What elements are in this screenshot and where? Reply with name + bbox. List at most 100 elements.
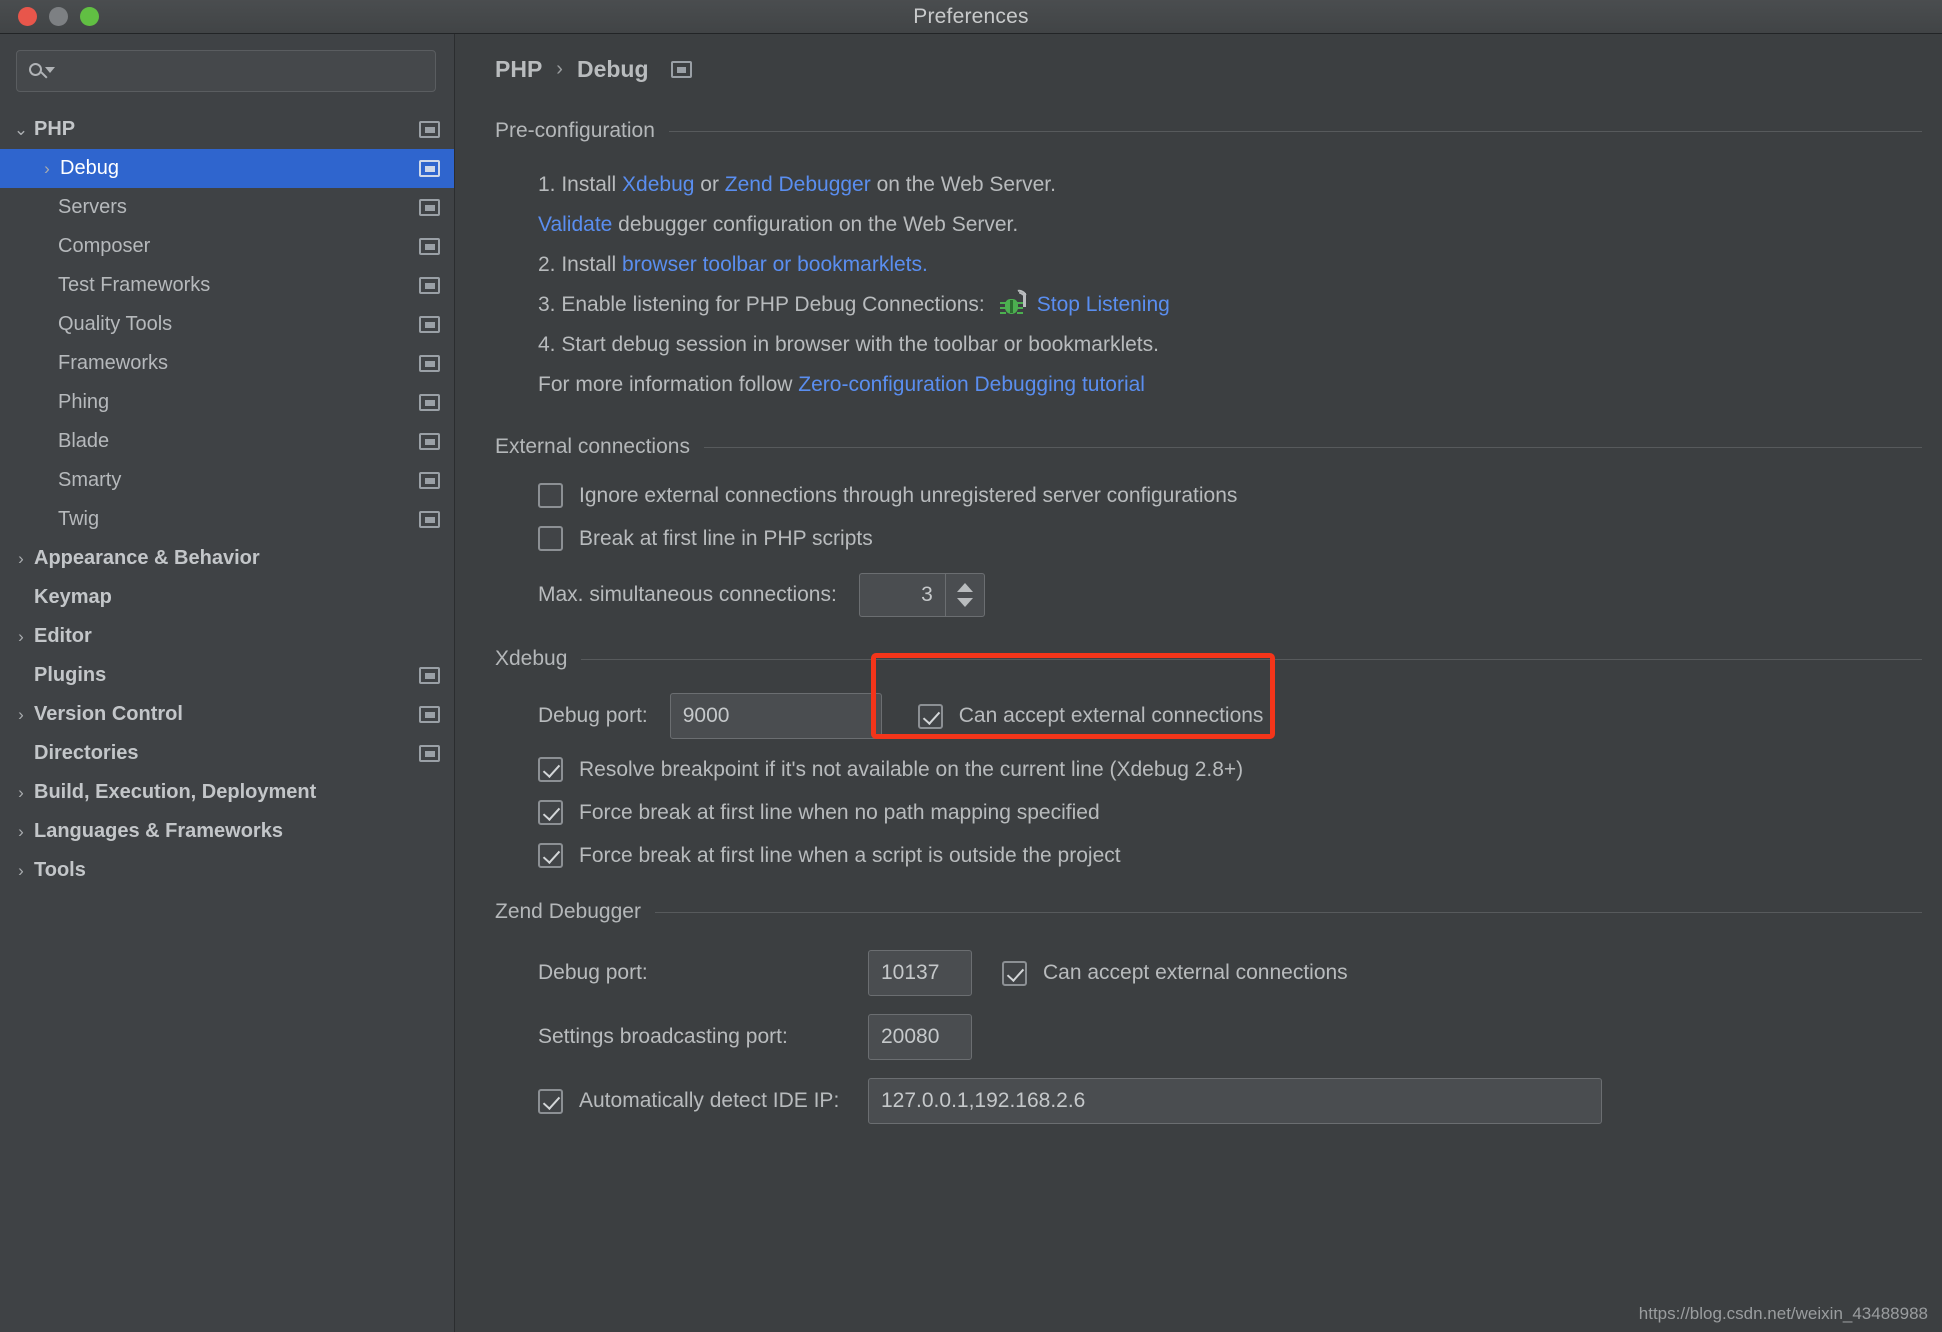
zend-can-accept-checkbox[interactable] (1002, 960, 1027, 986)
chevron-right-icon[interactable]: › (8, 784, 34, 801)
project-scope-icon (419, 238, 440, 255)
break-first-line-label: Break at first line in PHP scripts (579, 526, 873, 550)
external-connections-section-header: External connections (495, 435, 1942, 459)
settings-sidebar: ⌄ PHP › Debug Servers Composer Test Frameworks… (0, 34, 455, 1332)
sidebar-item-label: Plugins (34, 664, 107, 686)
xdebug-force-nopath-label: Force break at first line when no path m… (579, 800, 1100, 824)
section-divider (654, 911, 1922, 913)
sidebar-item-plugins[interactable]: Plugins (0, 656, 454, 695)
section-divider (668, 130, 1922, 132)
xdebug-force-outside-row[interactable]: Force break at first line when a script … (538, 843, 1942, 868)
sidebar-item-composer[interactable]: Composer (0, 227, 454, 266)
sidebar-item-label: Frameworks (58, 352, 169, 374)
sidebar-item-appearance-behavior[interactable]: › Appearance & Behavior (0, 539, 454, 578)
stepper-up-icon[interactable] (956, 583, 973, 592)
sidebar-item-label: Version Control (34, 703, 183, 725)
sidebar-item-label: Appearance & Behavior (34, 547, 260, 569)
sidebar-item-languages-frameworks[interactable]: › Languages & Frameworks (0, 812, 454, 851)
xdebug-force-nopath-checkbox[interactable] (538, 800, 563, 825)
sidebar-item-label: Languages & Frameworks (34, 820, 283, 842)
section-divider (581, 658, 1922, 660)
ignore-external-connections-checkbox[interactable] (538, 483, 563, 508)
break-first-line-row[interactable]: Break at first line in PHP scripts (538, 526, 1942, 551)
sidebar-item-keymap[interactable]: Keymap (0, 578, 454, 617)
chevron-right-icon[interactable]: › (8, 628, 34, 645)
max-connections-value[interactable]: 3 (858, 573, 945, 617)
project-scope-icon (419, 121, 440, 138)
max-connections-stepper-buttons[interactable] (944, 573, 985, 617)
step1-mid: or (694, 173, 725, 196)
xdebug-force-nopath-row[interactable]: Force break at first line when no path m… (538, 800, 1942, 825)
xdebug-title: Xdebug (495, 647, 568, 670)
chevron-right-icon[interactable]: › (8, 823, 34, 840)
project-scope-icon (419, 199, 440, 216)
sidebar-item-php[interactable]: ⌄ PHP (0, 110, 454, 149)
xdebug-force-outside-checkbox[interactable] (538, 843, 563, 868)
preconfig-step-4: 4. Start debug session in browser with t… (538, 333, 1159, 356)
sidebar-item-quality-tools[interactable]: Quality Tools (0, 305, 454, 344)
sidebar-item-build-execution-deployment[interactable]: › Build, Execution, Deployment (0, 773, 454, 812)
sidebar-item-test-frameworks[interactable]: Test Frameworks (0, 266, 454, 305)
validate-link[interactable]: Validate (538, 213, 612, 236)
sidebar-item-label: Debug (60, 157, 119, 179)
ignore-external-connections-row[interactable]: Ignore external connections through unre… (538, 483, 1942, 508)
sidebar-item-editor[interactable]: › Editor (0, 617, 454, 656)
sidebar-item-debug[interactable]: › Debug (0, 149, 454, 188)
preconfig-step-2: 2. Install browser toolbar or bookmarkle… (538, 245, 1942, 285)
zend-debug-port-input[interactable] (868, 950, 972, 996)
zend-broadcast-port-input[interactable] (868, 1014, 972, 1060)
zend-debugger-link[interactable]: Zend Debugger (725, 173, 871, 196)
max-connections-row: Max. simultaneous connections: 3 (538, 573, 1942, 617)
chevron-down-icon[interactable]: ⌄ (8, 121, 34, 138)
xdebug-link[interactable]: Xdebug (622, 173, 694, 196)
sidebar-item-twig[interactable]: Twig (0, 500, 454, 539)
max-connections-stepper[interactable]: 3 (858, 573, 985, 617)
sidebar-item-label: Composer (58, 235, 151, 257)
sidebar-item-servers[interactable]: Servers (0, 188, 454, 227)
sidebar-item-label: Quality Tools (58, 313, 173, 335)
sidebar-item-phing[interactable]: Phing (0, 383, 454, 422)
chevron-right-icon[interactable]: › (8, 706, 34, 723)
chevron-right-icon[interactable]: › (34, 160, 60, 177)
xdebug-can-accept-checkbox[interactable] (917, 703, 943, 729)
zero-configuration-tutorial-link[interactable]: Zero-configuration Debugging tutorial (798, 373, 1145, 396)
sidebar-item-label: Tools (34, 859, 86, 881)
xdebug-force-outside-label: Force break at first line when a script … (579, 843, 1121, 867)
project-scope-icon (670, 61, 692, 78)
zend-auto-ip-input[interactable] (868, 1078, 1602, 1124)
zend-auto-ip-checkbox[interactable] (538, 1088, 563, 1114)
xdebug-resolve-breakpoint-row[interactable]: Resolve breakpoint if it's not available… (538, 757, 1942, 782)
chevron-right-icon[interactable]: › (8, 550, 34, 567)
xdebug-debug-port-input[interactable] (669, 693, 882, 739)
search-box[interactable] (16, 50, 436, 92)
break-first-line-checkbox[interactable] (538, 526, 563, 551)
xdebug-debug-port-label: Debug port: (538, 704, 648, 727)
ignore-external-connections-label: Ignore external connections through unre… (579, 483, 1238, 507)
watermark: https://blog.csdn.net/weixin_43488988 (1638, 1304, 1928, 1323)
debug-listener-bug-icon (999, 287, 1029, 317)
stop-listening-link[interactable]: Stop Listening (1037, 293, 1170, 316)
sidebar-item-blade[interactable]: Blade (0, 422, 454, 461)
project-scope-icon (419, 706, 440, 723)
chevron-right-icon[interactable]: › (8, 862, 34, 879)
preconfig-step-4-sub: For more information follow Zero-configu… (538, 365, 1942, 405)
sidebar-item-frameworks[interactable]: Frameworks (0, 344, 454, 383)
sidebar-item-version-control[interactable]: › Version Control (0, 695, 454, 734)
max-connections-label: Max. simultaneous connections: (538, 583, 837, 606)
project-scope-icon (419, 667, 440, 684)
sidebar-item-directories[interactable]: Directories (0, 734, 454, 773)
project-scope-icon (419, 433, 440, 450)
stepper-down-icon[interactable] (956, 598, 973, 607)
sidebar-item-label: PHP (34, 118, 76, 140)
browser-toolbar-link[interactable]: browser toolbar or bookmarklets. (622, 253, 928, 276)
sidebar-item-label: Keymap (34, 586, 112, 608)
breadcrumb-root[interactable]: PHP (495, 56, 542, 83)
sidebar-item-smarty[interactable]: Smarty (0, 461, 454, 500)
sidebar-item-label: Blade (58, 430, 110, 452)
sidebar-item-tools[interactable]: › Tools (0, 851, 454, 890)
search-input[interactable] (53, 61, 425, 81)
external-connections-title: External connections (495, 435, 690, 458)
settings-tree: ⌄ PHP › Debug Servers Composer Test Frameworks… (0, 110, 454, 890)
xdebug-resolve-breakpoint-checkbox[interactable] (538, 757, 563, 782)
sidebar-item-label: Editor (34, 625, 92, 647)
